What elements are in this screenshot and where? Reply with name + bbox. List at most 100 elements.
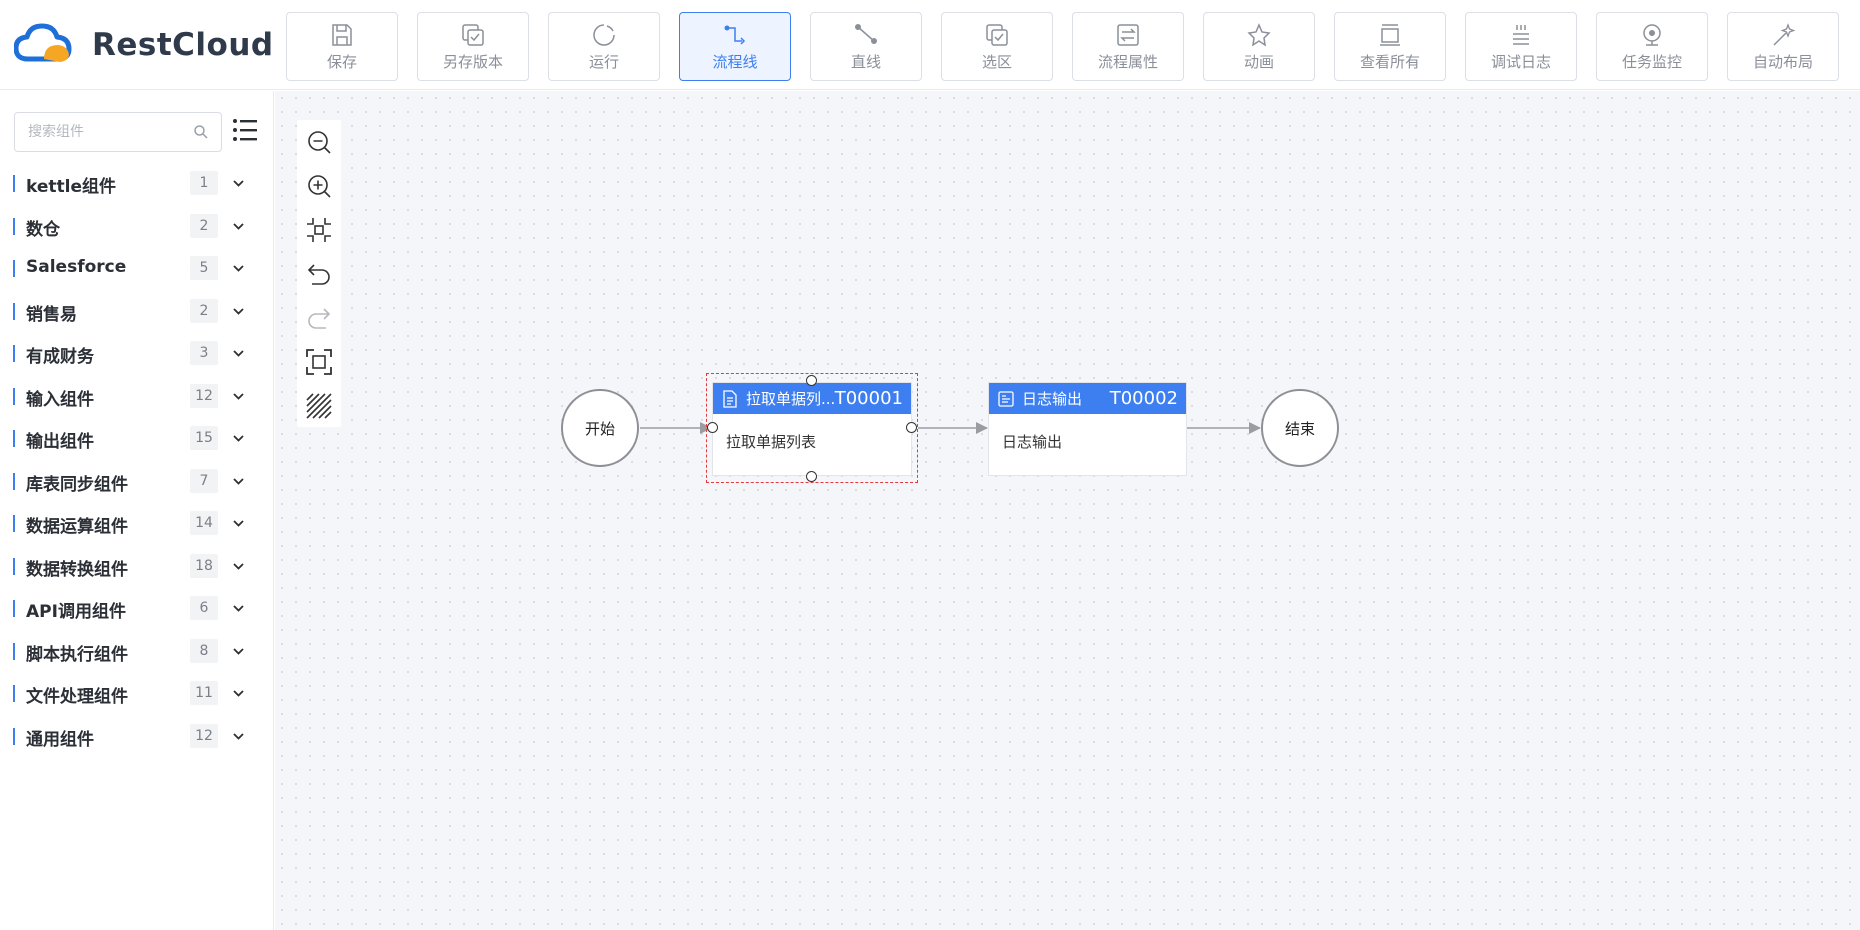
run-icon <box>593 23 615 46</box>
start-node[interactable]: 开始 <box>561 389 639 467</box>
category-xiaoshouyi[interactable]: 销售易 2 <box>0 290 274 333</box>
category-api-call[interactable]: API调用组件 6 <box>0 587 274 630</box>
category-label: 数仓 <box>26 219 60 240</box>
auto-layout-icon <box>1773 22 1796 46</box>
zoom-in-icon[interactable] <box>306 173 332 199</box>
category-file-process[interactable]: 文件处理组件 11 <box>0 672 274 715</box>
save-button[interactable]: 保存 <box>286 12 398 81</box>
chevron-down-icon[interactable] <box>232 687 245 700</box>
flow-line-button[interactable]: 流程线 <box>679 12 791 81</box>
debug-log-icon <box>1513 24 1529 45</box>
flow-canvas[interactable] <box>275 91 1860 930</box>
search-input[interactable] <box>15 113 175 151</box>
chevron-down-icon[interactable] <box>232 305 245 318</box>
auto-layout-label: 自动布局 <box>1752 52 1813 71</box>
chevron-down-icon[interactable] <box>232 347 245 360</box>
category-label: 数据转换组件 <box>26 559 128 580</box>
category-marker <box>13 642 15 660</box>
category-list: kettle组件 1 数仓 2 Salesforce 5 销售易 2 有成财务 … <box>0 162 274 757</box>
fit-view-icon[interactable] <box>306 217 332 243</box>
flow-line-label: 流程线 <box>712 52 758 71</box>
list-view-icon[interactable] <box>232 118 258 142</box>
category-table-sync[interactable]: 库表同步组件 7 <box>0 460 274 503</box>
chevron-down-icon[interactable] <box>232 730 245 743</box>
flow-properties-button[interactable]: 流程属性 <box>1072 12 1184 81</box>
save-version-label: 另存版本 <box>442 52 503 71</box>
category-marker <box>13 175 15 192</box>
animation-button[interactable]: 动画 <box>1203 12 1315 81</box>
end-node[interactable]: 结束 <box>1261 389 1339 467</box>
flow-properties-icon <box>1117 23 1139 46</box>
category-marker <box>13 727 15 745</box>
chevron-down-icon[interactable] <box>232 432 245 445</box>
category-data-warehouse[interactable]: 数仓 2 <box>0 205 274 248</box>
chevron-down-icon[interactable] <box>232 177 245 190</box>
undo-icon[interactable] <box>306 261 332 287</box>
connection-anchor-left[interactable] <box>707 422 718 433</box>
category-data-compute[interactable]: 数据运算组件 14 <box>0 502 274 545</box>
category-input[interactable]: 输入组件 12 <box>0 375 274 418</box>
view-all-label: 查看所有 <box>1359 52 1420 71</box>
zoom-out-icon[interactable] <box>306 129 332 155</box>
category-marker <box>13 345 15 362</box>
category-data-transform[interactable]: 数据转换组件 18 <box>0 545 274 588</box>
run-label: 运行 <box>588 52 619 71</box>
task-monitor-button[interactable]: 任务监控 <box>1596 12 1708 81</box>
chevron-down-icon[interactable] <box>232 645 245 658</box>
zoom-toolbar <box>297 120 341 427</box>
connection-anchor-top[interactable] <box>806 375 817 386</box>
grid-toggle-icon[interactable] <box>306 393 332 419</box>
straight-line-icon <box>855 23 877 44</box>
chevron-down-icon[interactable] <box>232 475 245 488</box>
category-label: 数据运算组件 <box>26 517 128 537</box>
category-marker <box>13 302 15 320</box>
search-box <box>14 112 222 152</box>
category-label: 有成财务 <box>26 347 94 367</box>
category-finance[interactable]: 有成财务 3 <box>0 332 274 375</box>
flow-properties-label: 流程属性 <box>1097 52 1158 71</box>
view-all-button[interactable]: 查看所有 <box>1334 12 1446 81</box>
category-marker <box>13 600 15 617</box>
category-label: API调用组件 <box>26 602 126 622</box>
category-label: 库表同步组件 <box>26 474 128 495</box>
chevron-down-icon[interactable] <box>232 602 245 615</box>
category-output[interactable]: 输出组件 15 <box>0 417 274 460</box>
task-node-t00002[interactable]: 日志输出 T00002 日志输出 <box>988 382 1187 476</box>
end-node-label: 结束 <box>1284 419 1315 438</box>
debug-log-label: 调试日志 <box>1490 52 1551 71</box>
chevron-down-icon[interactable] <box>232 390 245 403</box>
chevron-down-icon[interactable] <box>232 220 245 233</box>
task-id: T00002 <box>1109 388 1178 409</box>
category-marker <box>13 217 15 235</box>
connection-anchor-bottom[interactable] <box>806 471 817 482</box>
animation-icon <box>1247 22 1271 47</box>
chevron-down-icon[interactable] <box>232 262 245 275</box>
auto-layout-button[interactable]: 自动布局 <box>1727 12 1839 81</box>
category-count: 1 <box>190 171 218 195</box>
category-count: 12 <box>190 723 218 748</box>
selection-button[interactable]: 选区 <box>941 12 1053 81</box>
search-icon[interactable] <box>193 124 209 140</box>
category-script-exec[interactable]: 脚本执行组件 8 <box>0 630 274 673</box>
save-label: 保存 <box>326 52 357 71</box>
category-label: 销售易 <box>26 304 77 325</box>
chevron-down-icon[interactable] <box>232 560 245 573</box>
category-salesforce[interactable]: Salesforce 5 <box>0 247 274 290</box>
category-count: 8 <box>190 638 218 663</box>
debug-log-button[interactable]: 调试日志 <box>1465 12 1577 81</box>
actual-size-icon[interactable] <box>306 349 332 375</box>
redo-icon[interactable] <box>306 305 332 331</box>
category-general[interactable]: 通用组件 12 <box>0 715 274 758</box>
category-count: 2 <box>190 213 218 238</box>
category-kettle[interactable]: kettle组件 1 <box>0 162 274 205</box>
connection-anchor-right[interactable] <box>906 422 917 433</box>
straight-line-button[interactable]: 直线 <box>810 12 922 81</box>
category-marker <box>13 387 15 405</box>
category-count: 12 <box>190 383 218 408</box>
run-button[interactable]: 运行 <box>548 12 660 81</box>
selection-outline <box>706 373 918 483</box>
straight-line-label: 直线 <box>850 52 881 71</box>
chevron-down-icon[interactable] <box>232 517 245 530</box>
category-marker <box>13 430 15 447</box>
save-version-button[interactable]: 另存版本 <box>417 12 529 81</box>
